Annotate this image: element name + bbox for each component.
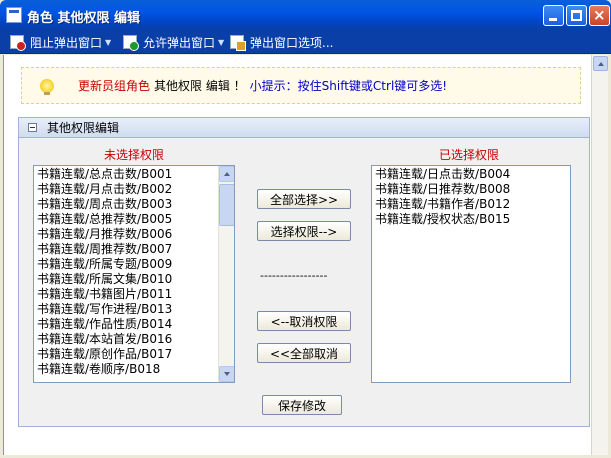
popup-options-icon bbox=[230, 35, 246, 51]
list-item[interactable]: 书籍连载/书籍图片/B011 bbox=[37, 287, 172, 302]
minimize-button[interactable] bbox=[543, 5, 564, 26]
scroll-thumb[interactable] bbox=[219, 184, 234, 226]
list-item[interactable]: 书籍连载/月推荐数/B006 bbox=[37, 227, 172, 242]
separator-text: ----------------- bbox=[260, 269, 328, 282]
listbox-scrollbar[interactable] bbox=[218, 166, 234, 382]
minimize-icon bbox=[549, 18, 557, 21]
close-icon: × bbox=[593, 6, 606, 24]
dropdown-caret-icon: ▼ bbox=[105, 37, 112, 47]
list-item[interactable]: 书籍连载/卷顺序/B018 bbox=[37, 362, 172, 377]
unselect-all-button[interactable]: <<全部取消 bbox=[257, 343, 351, 363]
unselected-items: 书籍连载/总点击数/B001 书籍连载/月点击数/B002 书籍连载/周点击数/B0… bbox=[37, 167, 172, 377]
scroll-up-arrow-icon[interactable] bbox=[219, 166, 234, 182]
list-item[interactable]: 书籍连载/书籍作者/B012 bbox=[375, 197, 510, 212]
list-item[interactable]: 书籍连载/写作进程/B013 bbox=[37, 302, 172, 317]
dropdown-caret-icon: ▼ bbox=[218, 37, 225, 47]
tip-box: 更新员组角色 其他权限 编辑 ！ 小提示：按住Shift键或Ctrl键可多选! bbox=[21, 67, 581, 104]
select-button[interactable]: 选择权限--> bbox=[257, 221, 351, 241]
lightbulb-icon bbox=[40, 78, 54, 95]
selected-items: 书籍连载/日点击数/B004 书籍连载/日推荐数/B008 书籍连载/书籍作者/B0… bbox=[375, 167, 510, 227]
window-icon bbox=[6, 7, 22, 23]
list-item[interactable]: 书籍连载/原创作品/B017 bbox=[37, 347, 172, 362]
unselect-button[interactable]: <--取消权限 bbox=[257, 311, 351, 331]
selected-listbox[interactable]: 书籍连载/日点击数/B004 书籍连载/日推荐数/B008 书籍连载/书籍作者/B0… bbox=[371, 165, 571, 383]
list-item[interactable]: 书籍连载/本站首发/B016 bbox=[37, 332, 172, 347]
tip-hint: 小提示：按住Shift键或Ctrl键可多选! bbox=[249, 79, 448, 93]
role-name: 更新员组角色 bbox=[78, 79, 151, 93]
list-item[interactable]: 书籍连载/月点击数/B002 bbox=[37, 182, 172, 197]
block-popup-label: 阻止弹出窗口 bbox=[30, 35, 103, 50]
list-item[interactable]: 书籍连载/日推荐数/B008 bbox=[375, 182, 510, 197]
close-button[interactable]: × bbox=[589, 5, 610, 26]
allow-popup-button[interactable]: 允许弹出窗口 ▼ bbox=[123, 34, 225, 51]
scroll-up-arrow-icon[interactable] bbox=[593, 56, 608, 71]
panel-title: 其他权限编辑 bbox=[47, 121, 120, 135]
title-bar: 角色 其他权限 编辑 × bbox=[0, 0, 611, 30]
selected-label: 已选择权限 bbox=[439, 148, 500, 162]
client-area: 更新员组角色 其他权限 编辑 ！ 小提示：按住Shift键或Ctrl键可多选! … bbox=[3, 55, 608, 455]
list-item[interactable]: 书籍连载/日点击数/B004 bbox=[375, 167, 510, 182]
save-button[interactable]: 保存修改 bbox=[262, 395, 342, 415]
window-title: 角色 其他权限 编辑 bbox=[27, 11, 141, 26]
list-item[interactable]: 书籍连载/所属文集/B010 bbox=[37, 272, 172, 287]
select-all-button[interactable]: 全部选择>> bbox=[257, 189, 351, 209]
list-item[interactable]: 书籍连载/授权状态/B015 bbox=[375, 212, 510, 227]
list-item[interactable]: 书籍连载/周推荐数/B007 bbox=[37, 242, 172, 257]
permission-panel: 其他权限编辑 未选择权限 已选择权限 书籍连载/总点击数/B001 书籍连载/月点… bbox=[18, 117, 590, 427]
scroll-down-arrow-icon[interactable] bbox=[219, 366, 234, 382]
unselected-listbox[interactable]: 书籍连载/总点击数/B001 书籍连载/月点击数/B002 书籍连载/周点击数/B0… bbox=[33, 165, 235, 383]
collapse-icon[interactable] bbox=[28, 123, 37, 132]
tip-middle-text: 其他权限 编辑 ！ bbox=[154, 79, 246, 93]
panel-header: 其他权限编辑 bbox=[19, 118, 589, 138]
page-scrollbar[interactable] bbox=[591, 55, 608, 455]
list-item[interactable]: 书籍连载/所属专题/B009 bbox=[37, 257, 172, 272]
block-popup-icon bbox=[10, 35, 26, 51]
list-item[interactable]: 书籍连载/周点击数/B003 bbox=[37, 197, 172, 212]
allow-popup-label: 允许弹出窗口 bbox=[143, 35, 216, 50]
list-item[interactable]: 书籍连载/作品性质/B014 bbox=[37, 317, 172, 332]
allow-popup-icon bbox=[123, 35, 139, 51]
popup-options-button[interactable]: 弹出窗口选项... bbox=[230, 34, 334, 51]
list-item[interactable]: 书籍连载/总推荐数/B005 bbox=[37, 212, 172, 227]
maximize-icon bbox=[571, 10, 582, 21]
block-popup-button[interactable]: 阻止弹出窗口 ▼ bbox=[10, 34, 112, 51]
popup-toolbar: 阻止弹出窗口 ▼ 允许弹出窗口 ▼ 弹出窗口选项... bbox=[0, 30, 611, 54]
maximize-button[interactable] bbox=[566, 5, 587, 26]
unselected-label: 未选择权限 bbox=[104, 148, 165, 162]
list-item[interactable]: 书籍连载/总点击数/B001 bbox=[37, 167, 172, 182]
popup-options-label: 弹出窗口选项... bbox=[250, 35, 334, 50]
